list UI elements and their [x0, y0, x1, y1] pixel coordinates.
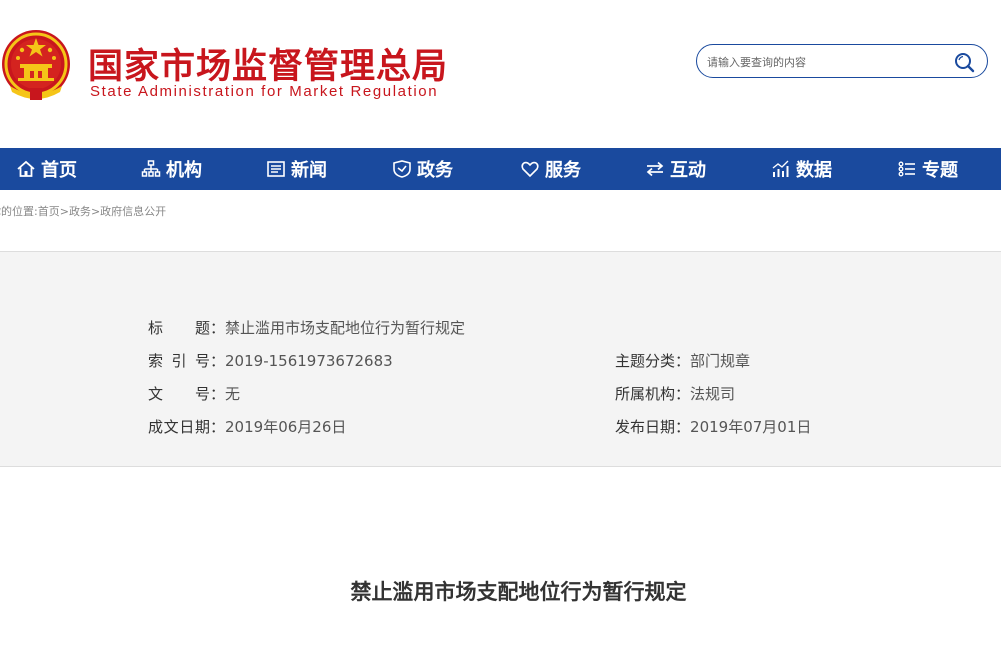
- nav-item-interact[interactable]: 互动: [645, 148, 706, 190]
- list-icon: [898, 161, 915, 177]
- main-nav: 首页 机构 新闻 政务 服务 互动 数据 专题: [0, 148, 1001, 190]
- nav-item-affairs[interactable]: 政务: [392, 148, 453, 190]
- breadcrumb-prefix: 你的位置:: [0, 205, 38, 218]
- info-topic-label: 主题分类: [615, 352, 676, 370]
- breadcrumb-home[interactable]: 首页: [38, 205, 60, 218]
- info-index-row: 索 引 号：2019-1561973672683: [148, 350, 393, 371]
- site-header: 国家市场监督管理总局 State Administration for Mark…: [0, 0, 1001, 148]
- info-topic-row: 主题分类：部门规章: [615, 350, 750, 371]
- nav-item-service[interactable]: 服务: [520, 148, 581, 190]
- info-doc-row: 文 号：无: [148, 383, 240, 404]
- colon: ：: [210, 319, 226, 337]
- colon: ：: [675, 418, 691, 436]
- search-input[interactable]: [707, 51, 947, 73]
- info-doc-value: 无: [225, 385, 241, 403]
- colon: ：: [210, 352, 226, 370]
- colon: ：: [675, 352, 691, 370]
- nav-item-label: 首页: [41, 160, 77, 181]
- nav-item-label: 互动: [670, 160, 706, 181]
- breadcrumb-separator: >: [90, 205, 101, 218]
- colon: ：: [675, 385, 691, 403]
- colon: ：: [210, 385, 226, 403]
- org-chart-icon: [141, 160, 161, 177]
- nav-item-label: 政务: [417, 160, 453, 181]
- home-icon: [17, 160, 35, 177]
- nav-item-data[interactable]: 数据: [771, 148, 832, 190]
- nav-item-label: 新闻: [291, 160, 327, 181]
- site-title-cn[interactable]: 国家市场监督管理总局: [88, 38, 448, 89]
- exchange-icon: [646, 161, 664, 177]
- info-index-value: 2019-1561973672683: [225, 352, 393, 370]
- breadcrumb-affairs[interactable]: 政务: [69, 205, 91, 218]
- site-title-en[interactable]: State Administration for Market Regulati…: [90, 83, 438, 100]
- info-title-label: 标 题: [148, 319, 210, 337]
- heart-icon: [521, 161, 539, 178]
- nav-item-label: 机构: [166, 160, 202, 181]
- shield-icon: [393, 160, 411, 178]
- article-title: 禁止滥用市场支配地位行为暂行规定: [350, 579, 687, 604]
- national-emblem-icon[interactable]: [0, 28, 72, 104]
- news-icon: [267, 161, 285, 177]
- chart-icon: [772, 160, 789, 177]
- info-agency-value: 法规司: [690, 385, 736, 403]
- info-written-label: 成文日期: [148, 418, 210, 436]
- nav-item-label: 专题: [922, 160, 958, 181]
- info-agency-label: 所属机构: [615, 385, 676, 403]
- info-published-row: 发布日期：2019年07月01日: [615, 416, 811, 437]
- nav-item-label: 数据: [796, 160, 832, 181]
- info-published-value: 2019年07月01日: [690, 418, 812, 436]
- breadcrumb-gov-info[interactable]: 政府信息公开: [100, 205, 166, 218]
- info-written-value: 2019年06月26日: [225, 418, 347, 436]
- info-topic-value: 部门规章: [690, 352, 751, 370]
- nav-item-news[interactable]: 新闻: [266, 148, 327, 190]
- breadcrumb-separator: >: [59, 205, 69, 218]
- nav-item-home[interactable]: 首页: [16, 148, 77, 190]
- info-published-label: 发布日期: [615, 418, 676, 436]
- colon: ：: [210, 418, 226, 436]
- breadcrumb: 你的位置:首页>政务>政府信息公开: [0, 203, 166, 219]
- info-title-row: 标 题：禁止滥用市场支配地位行为暂行规定: [148, 317, 465, 338]
- search-box: [696, 44, 988, 78]
- info-doc-label: 文 号: [148, 385, 210, 403]
- info-title-value: 禁止滥用市场支配地位行为暂行规定: [225, 319, 466, 337]
- info-index-label: 索 引 号: [148, 352, 210, 370]
- info-agency-row: 所属机构：法规司: [615, 383, 735, 404]
- info-written-row: 成文日期：2019年06月26日: [148, 416, 346, 437]
- nav-item-org[interactable]: 机构: [141, 148, 202, 190]
- nav-item-topics[interactable]: 专题: [897, 148, 958, 190]
- document-info-panel: 标 题：禁止滥用市场支配地位行为暂行规定 索 引 号：2019-15619736…: [0, 251, 1001, 467]
- nav-item-label: 服务: [545, 160, 581, 181]
- search-icon[interactable]: [953, 51, 975, 73]
